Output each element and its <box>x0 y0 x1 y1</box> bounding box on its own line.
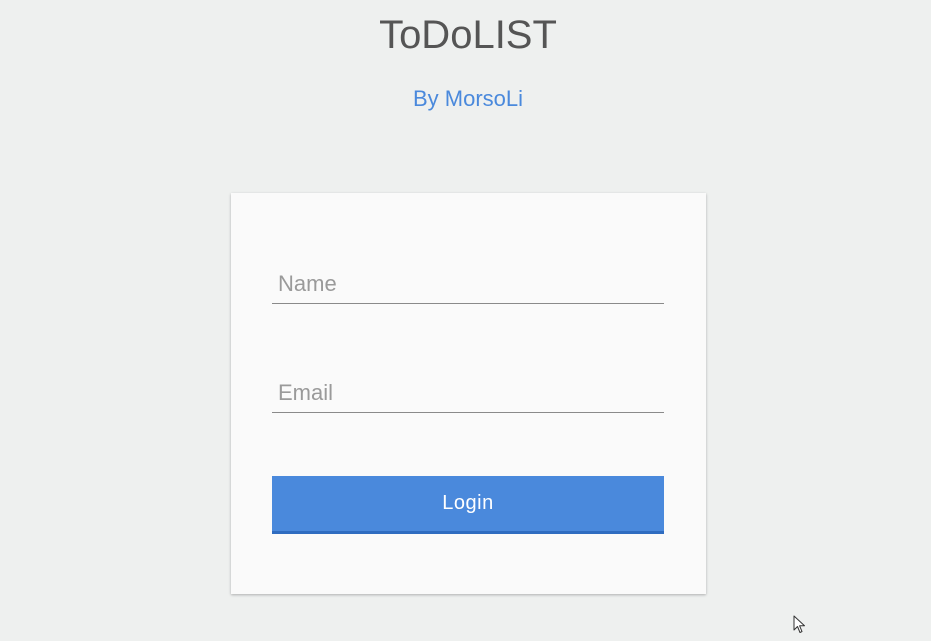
app-title: ToDoLIST <box>379 13 557 57</box>
mouse-pointer-icon <box>793 615 805 633</box>
login-button[interactable]: Login <box>272 476 664 534</box>
login-card: Login <box>231 193 706 594</box>
app-subtitle: By MorsoLi <box>412 86 524 111</box>
name-input[interactable] <box>272 264 664 304</box>
email-input[interactable] <box>272 373 664 413</box>
